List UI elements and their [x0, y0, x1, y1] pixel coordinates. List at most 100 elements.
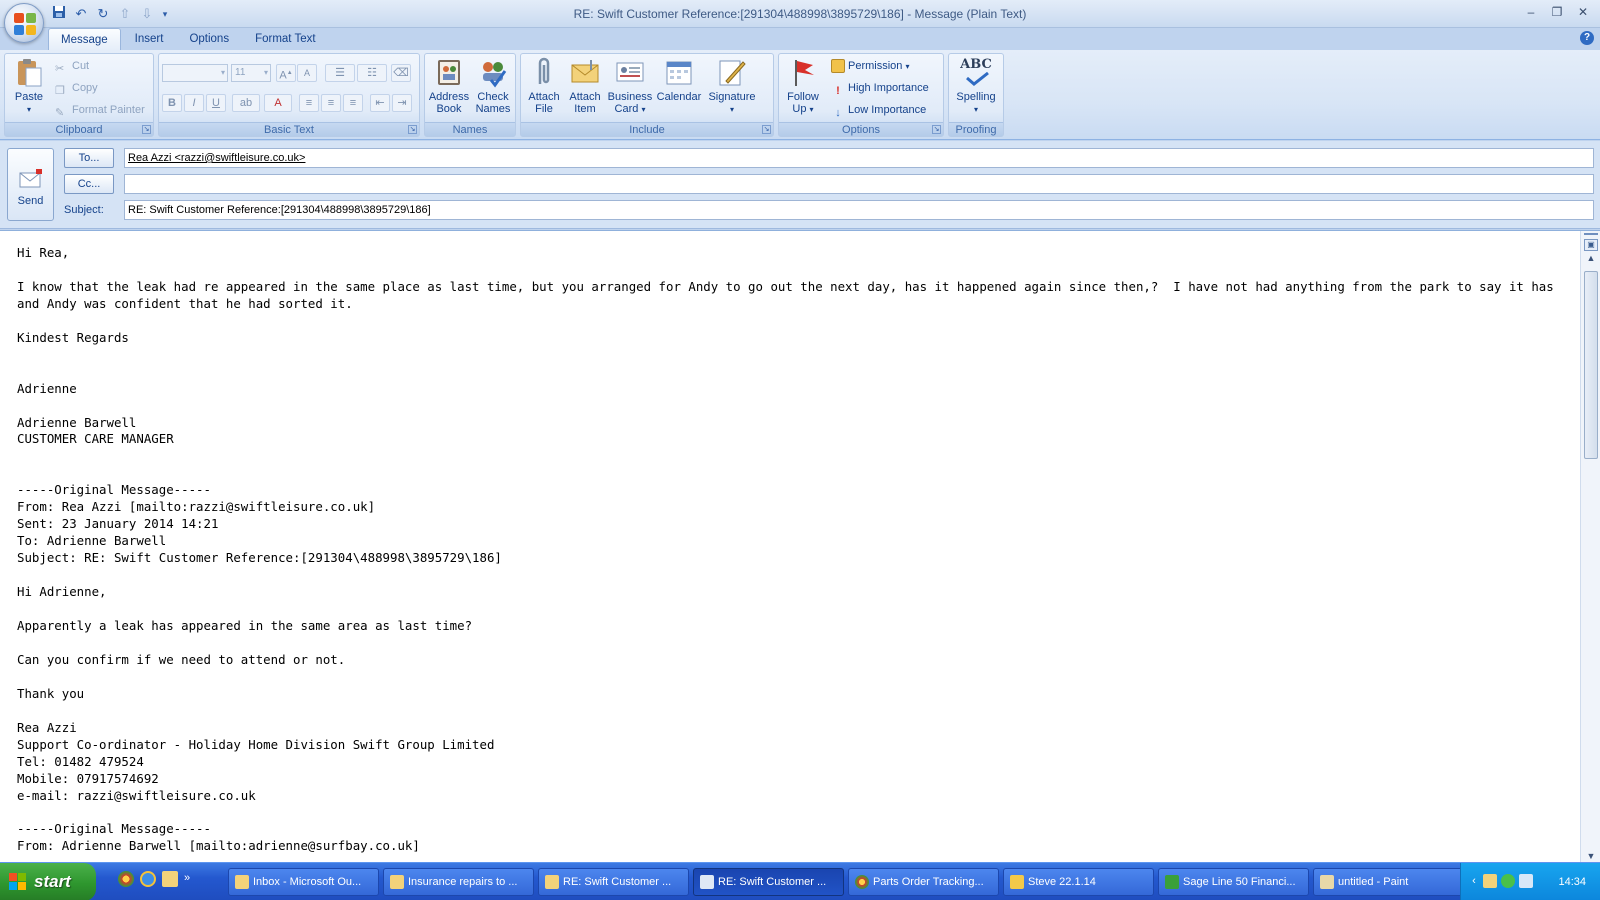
basic-text-launcher-icon[interactable]: ↘ — [408, 125, 417, 134]
envelope-icon — [571, 60, 599, 83]
cc-field[interactable] — [124, 174, 1594, 194]
high-importance-label: High Importance — [848, 82, 929, 94]
body-line: CUSTOMER CARE MANAGER — [17, 431, 174, 447]
task-item[interactable]: untitled - Paint — [1313, 868, 1464, 896]
spelling-icon: ABC — [960, 56, 992, 88]
scroll-up-icon[interactable]: ▲ — [1581, 251, 1600, 265]
outlook-tray-icon[interactable] — [1483, 874, 1497, 888]
highlight-icon[interactable]: ab — [232, 94, 260, 112]
message-body[interactable]: Hi Rea, I know that the leak had re appe… — [0, 230, 1600, 863]
task-item[interactable]: Steve 22.1.14 — [1003, 868, 1154, 896]
view-ruler-icon[interactable]: ▣ — [1584, 239, 1598, 251]
to-recipient[interactable]: Rea Azzi <razzi@swiftleisure.co.uk> — [128, 152, 305, 164]
volume-icon[interactable] — [1519, 874, 1533, 888]
permission-icon — [831, 59, 845, 74]
message-body-text[interactable]: Hi Rea, I know that the leak had re appe… — [17, 245, 1562, 855]
attach-file-button[interactable]: Attach File — [523, 56, 565, 115]
bullets-icon[interactable]: ☰ — [325, 64, 355, 82]
chrome-icon[interactable] — [118, 871, 134, 887]
calendar-button[interactable]: Calendar — [655, 56, 703, 103]
italic-button[interactable]: I — [184, 94, 204, 112]
body-line: Subject: RE: Swift Customer Reference:[2… — [17, 550, 502, 566]
network-icon[interactable] — [1501, 874, 1515, 888]
tab-message[interactable]: Message — [48, 28, 121, 50]
tray-collapse-icon[interactable]: ‹ — [1467, 874, 1481, 888]
to-field[interactable]: Rea Azzi <razzi@swiftleisure.co.uk> — [124, 148, 1594, 168]
format-painter-button[interactable]: ✎ Format Painter — [55, 100, 145, 120]
low-importance-label: Low Importance — [848, 104, 927, 116]
outlook-icon[interactable] — [162, 871, 178, 887]
low-importance-button[interactable]: ↓ Low Importance — [831, 100, 926, 120]
bold-button[interactable]: B — [162, 94, 182, 112]
office-button[interactable] — [4, 3, 44, 43]
align-center-icon[interactable]: ≡ — [321, 94, 341, 112]
shrink-font-icon[interactable]: A — [297, 64, 317, 82]
split-handle-icon[interactable] — [1584, 233, 1598, 237]
task-item-active[interactable]: RE: Swift Customer ... — [693, 868, 844, 896]
follow-up-button[interactable]: Follow Up ▾ — [781, 56, 825, 116]
tab-options[interactable]: Options — [177, 28, 241, 50]
copy-button[interactable]: ❐ Copy — [55, 78, 98, 98]
start-button[interactable]: start — [0, 863, 96, 900]
body-line — [17, 364, 1562, 381]
signature-button[interactable]: Signature ▾ — [703, 56, 761, 116]
font-size-combo[interactable]: 11 — [231, 64, 271, 82]
paste-icon — [18, 59, 42, 87]
paintbrush-icon: ✎ — [55, 107, 65, 120]
task-item[interactable]: RE: Swift Customer ... — [538, 868, 689, 896]
calendar-icon — [666, 61, 692, 85]
cut-button[interactable]: ✂ Cut — [55, 56, 89, 76]
task-item[interactable]: Insurance repairs to ... — [383, 868, 534, 896]
task-item[interactable]: Sage Line 50 Financi... — [1158, 868, 1309, 896]
business-card-button[interactable]: Business Card ▾ — [605, 56, 655, 116]
window-title: RE: Swift Customer Reference:[291304\488… — [573, 7, 1027, 21]
options-group: Follow Up ▾ Permission ▾ ! High Importance… — [778, 53, 944, 137]
permission-button[interactable]: Permission ▾ — [831, 56, 909, 76]
more-chevron-icon[interactable]: » — [184, 871, 200, 887]
body-line: Hi Adrienne, — [17, 584, 107, 600]
cc-button[interactable]: Cc... — [64, 174, 114, 194]
font-color-icon[interactable]: A — [264, 94, 292, 112]
attach-item-button[interactable]: Attach Item — [565, 56, 605, 115]
font-name-combo[interactable] — [162, 64, 228, 82]
proofing-group: ABC Spelling ▾ Proofing — [948, 53, 1004, 137]
clipboard-launcher-icon[interactable]: ↘ — [142, 125, 151, 134]
body-line: Kindest Regards — [17, 329, 129, 345]
grow-font-icon[interactable]: A▲ — [276, 64, 296, 82]
tab-insert[interactable]: Insert — [123, 28, 176, 50]
minimize-button[interactable]: – — [1520, 4, 1542, 20]
underline-button[interactable]: U — [206, 94, 226, 112]
options-launcher-icon[interactable]: ↘ — [932, 125, 941, 134]
vertical-scrollbar[interactable]: ▣ ▲ ▼ — [1580, 231, 1600, 863]
high-importance-button[interactable]: ! High Importance — [831, 78, 929, 98]
decrease-indent-icon[interactable]: ⇤ — [370, 94, 390, 112]
internet-explorer-icon[interactable] — [140, 871, 156, 887]
increase-indent-icon[interactable]: ⇥ — [392, 94, 412, 112]
system-tray: ‹ 14:34 — [1460, 863, 1600, 900]
align-left-icon[interactable]: ≡ — [299, 94, 319, 112]
include-launcher-icon[interactable]: ↘ — [762, 125, 771, 134]
paste-button[interactable]: Paste ▾ — [9, 56, 49, 116]
align-right-icon[interactable]: ≡ — [343, 94, 363, 112]
body-line — [17, 313, 1562, 330]
attach-file-label-2: File — [535, 103, 553, 115]
restore-button[interactable]: ❐ — [1546, 4, 1568, 20]
task-item[interactable]: Parts Order Tracking... — [848, 868, 999, 896]
spelling-button[interactable]: ABC Spelling ▾ — [951, 56, 1001, 116]
task-item[interactable]: Inbox - Microsoft Ou... — [228, 868, 379, 896]
check-names-button[interactable]: Check Names — [471, 56, 515, 115]
chrome-icon — [855, 875, 869, 889]
task-items: Inbox - Microsoft Ou... Insurance repair… — [228, 868, 1464, 896]
numbering-icon[interactable]: ☷ — [357, 64, 387, 82]
tab-format-text[interactable]: Format Text — [243, 28, 328, 50]
clear-formatting-icon[interactable]: ⌫ — [391, 64, 411, 82]
send-button[interactable]: Send — [7, 148, 54, 221]
close-button[interactable]: ✕ — [1572, 4, 1594, 20]
subject-field[interactable]: RE: Swift Customer Reference:[291304\488… — [124, 200, 1594, 220]
scroll-down-icon[interactable]: ▼ — [1581, 849, 1600, 863]
body-line — [17, 703, 1562, 720]
help-icon[interactable]: ? — [1580, 31, 1594, 45]
scroll-thumb[interactable] — [1584, 271, 1598, 459]
address-book-button[interactable]: Address Book — [427, 56, 471, 115]
to-button[interactable]: To... — [64, 148, 114, 168]
